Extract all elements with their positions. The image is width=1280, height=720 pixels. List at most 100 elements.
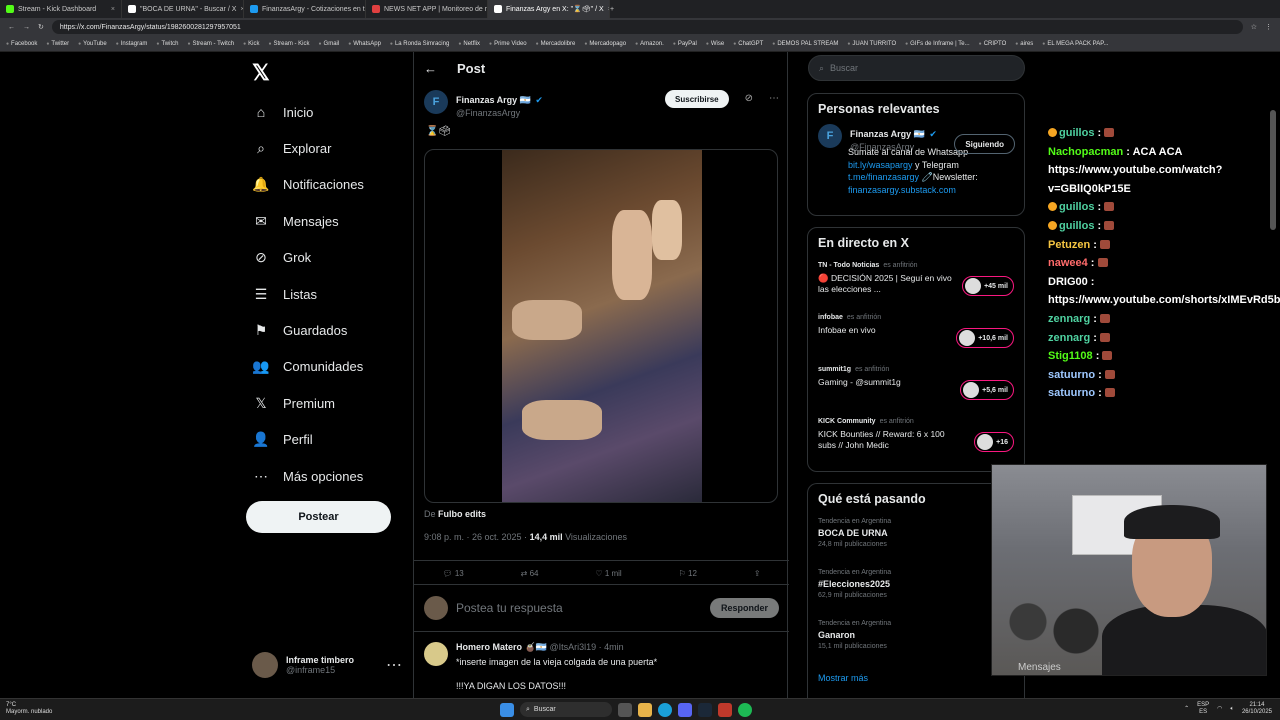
close-tab-icon[interactable]: × xyxy=(111,6,115,13)
extensions-icon[interactable]: ⋮ xyxy=(1265,23,1272,31)
file-explorer-icon[interactable] xyxy=(638,702,652,717)
post-button[interactable]: Postear xyxy=(246,501,391,533)
bookmark-item[interactable]: Amazon. xyxy=(635,41,664,47)
reply-action[interactable]: 💬︎ 13 xyxy=(442,569,463,578)
bookmark-item[interactable]: YouTube xyxy=(78,41,107,47)
wifi-icon[interactable]: ◠ xyxy=(1217,706,1222,713)
bookmark-item[interactable]: WhatsApp xyxy=(348,41,381,47)
host-name[interactable]: KICK Community xyxy=(818,418,876,425)
author-avatar[interactable]: F xyxy=(424,90,448,114)
live-title[interactable]: 🔴 DECISIÓN 2025 | Seguí en vivo las elec… xyxy=(818,273,958,295)
browser-tab[interactable]: FinanzasArgy - Cotizaciones en ti...× xyxy=(244,0,366,18)
spotify-icon[interactable] xyxy=(738,702,752,717)
repost-action[interactable]: ⇄ 64 xyxy=(521,569,539,578)
back-icon[interactable]: ← xyxy=(8,24,15,31)
bookmark-item[interactable]: Prime Video xyxy=(489,41,527,47)
bookmark-item[interactable]: ChatGPT xyxy=(733,41,763,47)
commenter-name[interactable]: Homero Matero 🧉🇦🇷 xyxy=(456,642,547,652)
nav-item-guardados[interactable]: ⚑ Guardados xyxy=(252,312,364,348)
obs-icon[interactable] xyxy=(718,702,732,717)
bookmark-action[interactable]: ⚐ 12 xyxy=(679,569,697,578)
following-button[interactable]: Siguiendo xyxy=(954,134,1015,154)
volume-icon[interactable]: 🔈︎ xyxy=(1230,706,1234,713)
bookmark-item[interactable]: Kick xyxy=(243,41,259,47)
nav-item-comunidades[interactable]: 👥 Comunidades xyxy=(252,349,364,385)
post-video[interactable] xyxy=(424,149,778,503)
chevron-up-icon[interactable]: ⌃ xyxy=(1184,706,1189,713)
nav-item-premium[interactable]: 𝕏 Premium xyxy=(252,385,364,421)
bookmark-item[interactable]: aires xyxy=(1015,41,1033,47)
bookmark-item[interactable]: Stream - Kick xyxy=(268,41,309,47)
browser-tab[interactable]: "BOCA DE URNA" - Buscar / X× xyxy=(122,0,244,18)
new-tab-icon[interactable]: + xyxy=(610,6,614,13)
nav-item-listas[interactable]: ☰ Listas xyxy=(252,276,364,312)
bookmark-item[interactable]: Gmail xyxy=(319,41,340,47)
nav-item-inicio[interactable]: ⌂ Inicio xyxy=(252,94,364,130)
bookmark-item[interactable]: Twitch xyxy=(156,41,178,47)
nav-item-perfil[interactable]: 👤 Perfil xyxy=(252,422,364,458)
live-title[interactable]: Gaming - @summit1g xyxy=(818,377,958,388)
video-frame[interactable] xyxy=(502,150,702,502)
live-listeners[interactable]: +16 xyxy=(974,432,1014,452)
browser-tab[interactable]: NEWS NET APP | Monitoreo de n...× xyxy=(366,0,488,18)
bookmark-item[interactable]: GIFs de Inframe | Te... xyxy=(905,41,969,47)
live-listeners[interactable]: +45 mil xyxy=(962,276,1014,296)
subscribe-button[interactable]: Suscribirse xyxy=(665,90,729,108)
more-icon[interactable]: ⋯ xyxy=(386,655,402,675)
reply-input[interactable]: Postea tu respuesta xyxy=(456,601,563,615)
bookmark-item[interactable]: PayPal xyxy=(673,41,697,47)
back-arrow-icon[interactable]: ← xyxy=(424,61,437,76)
commenter-avatar[interactable] xyxy=(424,642,448,666)
bookmark-item[interactable]: Twitter xyxy=(46,41,69,47)
live-title[interactable]: Infobae en vivo xyxy=(818,325,958,336)
search-input[interactable]: ⌕ Buscar xyxy=(808,55,1025,81)
avatar[interactable]: F xyxy=(818,124,842,148)
grok-icon[interactable]: ⊘ xyxy=(745,90,753,108)
nav-item-más-opciones[interactable]: ⋯ Más opciones xyxy=(252,458,364,494)
steam-icon[interactable] xyxy=(698,702,712,717)
bookmark-item[interactable]: Mercadopago xyxy=(584,41,626,47)
star-icon[interactable]: ☆ xyxy=(1251,23,1257,31)
bookmark-item[interactable]: Netflix xyxy=(458,41,480,47)
like-action[interactable]: ♡ 1 mil xyxy=(595,569,621,578)
nav-item-explorar[interactable]: ⌕ Explorar xyxy=(252,130,364,166)
bookmark-item[interactable]: DEMOS PAL STREAM xyxy=(772,41,838,47)
account-switcher[interactable]: Inframe timbero @inframe15 ⋯ xyxy=(252,652,402,678)
edge-icon[interactable] xyxy=(658,702,672,717)
bio-link[interactable]: bit.ly/wasapargy xyxy=(848,160,913,170)
bookmark-item[interactable]: EL MEGA PACK PAP... xyxy=(1042,41,1108,47)
live-title[interactable]: KICK Bounties // Reward: 6 x 100 subs //… xyxy=(818,429,958,451)
browser-tab[interactable]: Stream - Kick Dashboard × xyxy=(0,0,122,18)
live-item[interactable]: KICK Community es anfitrión KICK Bounties … xyxy=(808,414,1024,466)
language-indicator[interactable]: ESP ES xyxy=(1197,702,1209,716)
windows-start-icon[interactable] xyxy=(500,702,514,717)
author-name[interactable]: Finanzas Argy 🇦🇷 xyxy=(456,95,531,105)
live-item[interactable]: TN - Todo Noticias es anfitrión 🔴 DECISIÓN… xyxy=(808,258,1024,310)
share-icon[interactable]: ⇪ xyxy=(754,569,761,578)
task-view-icon[interactable] xyxy=(618,702,632,717)
more-icon[interactable]: ⋯ xyxy=(769,90,779,108)
reply-button[interactable]: Responder xyxy=(709,598,779,618)
bookmark-item[interactable]: CRIPTO xyxy=(979,41,1007,47)
weather-widget[interactable]: 7°C Mayorm. nublado xyxy=(6,702,52,716)
bookmark-item[interactable]: Instagram xyxy=(116,41,148,47)
nav-item-notificaciones[interactable]: 🔔 Notificaciones xyxy=(252,167,364,203)
reload-icon[interactable]: ↻ xyxy=(38,23,44,31)
live-item[interactable]: infobae es anfitrión Infobae en vivo +10,6 … xyxy=(808,310,1024,362)
bookmark-item[interactable]: JUAN TURRITO xyxy=(847,41,896,47)
taskbar-search[interactable]: ⌕ Buscar xyxy=(520,702,612,717)
discord-icon[interactable] xyxy=(678,702,692,717)
nav-item-mensajes[interactable]: ✉ Mensajes xyxy=(252,203,364,239)
live-listeners[interactable]: +10,6 mil xyxy=(956,328,1014,348)
x-logo-icon[interactable]: 𝕏 xyxy=(252,60,270,86)
bio-link[interactable]: t.me/finanzasargy xyxy=(848,172,919,182)
bookmark-item[interactable]: Wise xyxy=(706,41,724,47)
bookmark-item[interactable]: Mercadolibre xyxy=(536,41,576,47)
host-name[interactable]: TN - Todo Noticias xyxy=(818,262,879,269)
bookmark-item[interactable]: La Ronda Simracing xyxy=(390,41,449,47)
clock[interactable]: 21:14 26/10/2025 xyxy=(1242,702,1272,716)
author-handle[interactable]: @FinanzasArgy xyxy=(456,108,543,118)
scrollbar[interactable] xyxy=(1270,110,1276,230)
live-item[interactable]: summit1g es anfitrión Gaming - @summit1g +5… xyxy=(808,362,1024,414)
forward-icon[interactable]: → xyxy=(23,24,30,31)
